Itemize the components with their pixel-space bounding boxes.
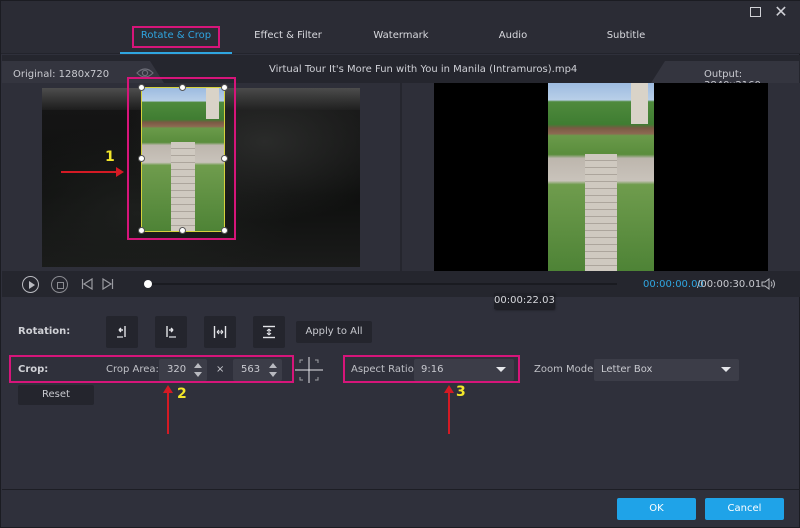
crop-height-input[interactable]: 563 xyxy=(233,359,282,381)
annotation-number-1: 1 xyxy=(105,149,115,165)
rotate-left-button[interactable] xyxy=(106,316,138,348)
increment-icon[interactable] xyxy=(194,363,202,368)
annotation-number-3: 3 xyxy=(456,384,466,400)
tab-audio[interactable]: Audio xyxy=(458,23,568,53)
annotation-arrow-3 xyxy=(444,385,454,434)
tab-bar: Rotate & Crop Effect & Filter Watermark … xyxy=(1,23,800,54)
reset-button[interactable]: Reset xyxy=(18,385,94,405)
increment-icon[interactable] xyxy=(269,363,277,368)
annotation-arrow-1 xyxy=(61,167,124,177)
timeline-knob[interactable] xyxy=(144,280,152,288)
annotation-box-crop-frame xyxy=(127,77,236,240)
decrement-icon[interactable] xyxy=(269,372,277,377)
crop-width-value: 320 xyxy=(167,364,187,375)
times-sign: × xyxy=(216,364,225,375)
aspect-ratio-label: Aspect Ratio: xyxy=(351,364,418,375)
crop-height-value: 563 xyxy=(241,364,261,375)
timeline-track[interactable] xyxy=(149,283,617,285)
crop-label: Crop: xyxy=(18,364,49,375)
chevron-down-icon xyxy=(721,367,731,372)
volume-icon[interactable] xyxy=(761,278,777,290)
maximize-icon[interactable] xyxy=(747,4,763,20)
active-tab-indicator xyxy=(120,52,232,54)
rotate-right-icon xyxy=(166,326,176,338)
crop-width-stepper[interactable] xyxy=(194,362,202,378)
file-name: Virtual Tour It's More Fun with You in M… xyxy=(269,64,578,75)
cancel-button[interactable]: Cancel xyxy=(705,498,784,520)
zoom-mode-label: Zoom Mode: xyxy=(534,364,597,375)
zoom-mode-value: Letter Box xyxy=(601,364,653,375)
play-icon[interactable] xyxy=(22,276,39,293)
tab-subtitle[interactable]: Subtitle xyxy=(571,23,681,53)
output-video-image xyxy=(548,83,654,271)
tab-watermark[interactable]: Watermark xyxy=(345,23,457,53)
annotation-number-2: 2 xyxy=(177,386,187,402)
zoom-mode-select[interactable]: Letter Box xyxy=(594,359,739,381)
current-time: 00:00:00.00 xyxy=(643,279,704,290)
close-icon[interactable]: ✕ xyxy=(773,4,789,20)
crop-width-input[interactable]: 320 xyxy=(159,359,207,381)
flip-horizontal-icon xyxy=(213,326,227,338)
time-tooltip: 00:00:22.03 xyxy=(494,293,555,309)
stop-icon[interactable] xyxy=(51,276,68,293)
total-time: /00:00:30.01 xyxy=(697,279,762,290)
crop-height-stepper[interactable] xyxy=(269,362,277,378)
apply-to-all-button[interactable]: Apply to All xyxy=(296,321,372,343)
aspect-ratio-select[interactable]: 9:16 xyxy=(414,359,514,381)
title-bar xyxy=(1,1,800,23)
rotation-label: Rotation: xyxy=(18,326,71,337)
next-frame-icon[interactable] xyxy=(102,278,114,290)
tab-effect-filter[interactable]: Effect & Filter xyxy=(233,23,343,53)
annotation-arrow-2 xyxy=(163,385,173,434)
footer-divider xyxy=(2,489,800,490)
ok-button[interactable]: OK xyxy=(617,498,696,520)
previous-frame-icon[interactable] xyxy=(81,278,93,290)
rotate-right-button[interactable] xyxy=(155,316,187,348)
rotate-crop-dialog: ✕ Rotate & Crop Effect & Filter Watermar… xyxy=(0,0,800,528)
flip-vertical-button[interactable] xyxy=(253,316,285,348)
decrement-icon[interactable] xyxy=(194,372,202,377)
aspect-ratio-value: 9:16 xyxy=(421,364,444,375)
rotate-left-icon xyxy=(117,326,126,338)
annotation-box-tab xyxy=(132,26,220,48)
center-crop-icon[interactable] xyxy=(295,357,323,383)
crop-area-label: Crop Area: xyxy=(106,364,159,375)
chevron-down-icon xyxy=(496,367,506,372)
flip-vertical-icon xyxy=(263,325,275,339)
flip-horizontal-button[interactable] xyxy=(204,316,236,348)
original-resolution: Original: 1280x720 xyxy=(13,69,110,80)
